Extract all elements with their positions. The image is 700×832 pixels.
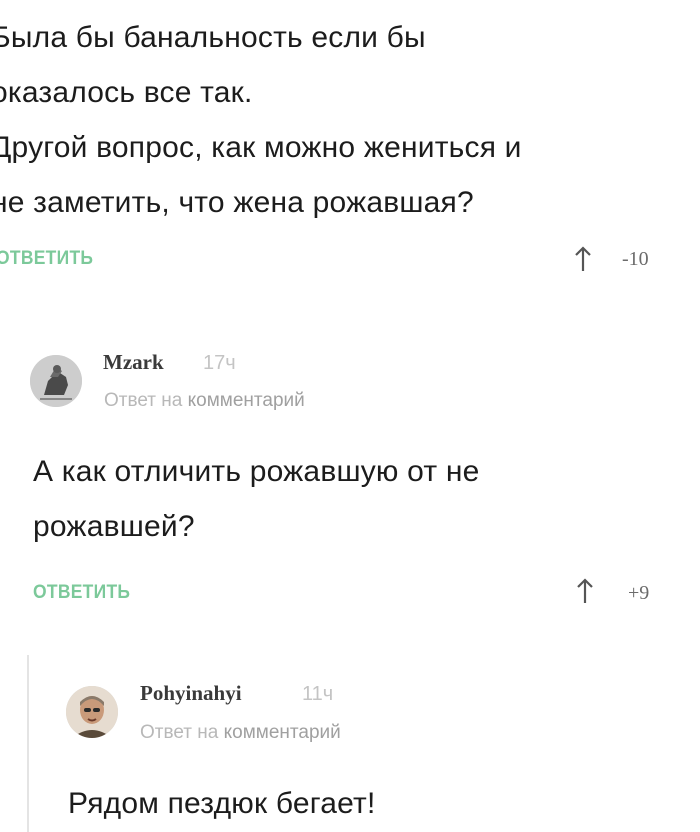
arrow-up-icon[interactable] bbox=[575, 578, 595, 604]
comment-3-line-1: Рядом пездюк бегает! bbox=[68, 787, 376, 820]
comment-1-line-4: не заметить, что жена рожавшая? bbox=[0, 186, 474, 219]
timestamp: 17ч bbox=[203, 352, 236, 374]
arrow-up-icon[interactable] bbox=[573, 246, 593, 272]
comment-1: Была бы банальность если бы оказалось вс… bbox=[0, 10, 700, 230]
comment-1-line-3: Другой вопрос, как можно жениться и bbox=[0, 131, 522, 164]
avatar[interactable] bbox=[30, 355, 82, 407]
reply-button[interactable]: ОТВЕТИТЬ bbox=[33, 582, 130, 604]
comment-1-line-2: оказалось все так. bbox=[0, 76, 253, 109]
reply-to-prefix: Ответ на bbox=[140, 722, 219, 743]
username[interactable]: Pohyinahyi bbox=[140, 681, 242, 706]
comment-1-actions: ОТВЕТИТЬ -10 bbox=[0, 246, 700, 276]
comment-2-body: А как отличить рожавшую от не рожавшей? bbox=[33, 444, 693, 554]
username[interactable]: Mzark bbox=[103, 350, 164, 375]
vote-count: +9 bbox=[628, 582, 650, 604]
reply-to-text: Ответ на комментарий bbox=[104, 390, 305, 412]
avatar[interactable] bbox=[66, 686, 118, 738]
comment-3-body: Рядом пездюк бегает! bbox=[68, 776, 688, 831]
comment-2-line-1: А как отличить рожавшую от не bbox=[33, 455, 480, 488]
reply-to-link[interactable]: комментарий bbox=[188, 390, 305, 411]
reply-to-prefix: Ответ на bbox=[104, 390, 183, 411]
comment-2-line-2: рожавшей? bbox=[33, 510, 195, 543]
timestamp: 11ч bbox=[302, 683, 334, 705]
reply-to-text: Ответ на комментарий bbox=[140, 722, 341, 744]
reply-to-link[interactable]: комментарий bbox=[224, 722, 341, 743]
thread-line bbox=[27, 655, 29, 832]
comment-1-line-1: Была бы банальность если бы bbox=[0, 21, 426, 54]
vote-count: -10 bbox=[622, 248, 649, 270]
comment-2-actions: ОТВЕТИТЬ +9 bbox=[0, 578, 700, 610]
reply-button[interactable]: ОТВЕТИТЬ bbox=[0, 248, 93, 270]
